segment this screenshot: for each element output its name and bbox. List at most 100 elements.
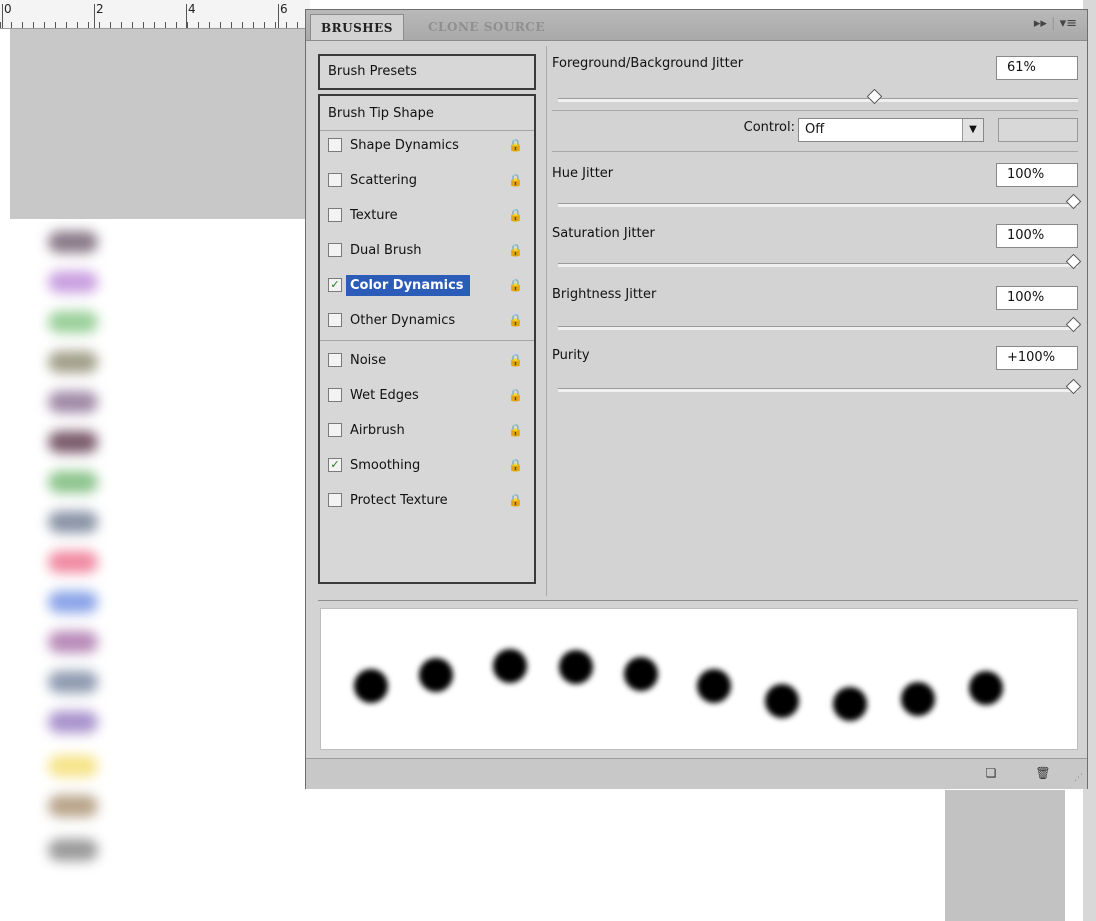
chevron-down-icon[interactable]: ▼: [962, 119, 983, 141]
brush-stroke: [48, 551, 98, 573]
brightness-jitter-slider[interactable]: [558, 316, 1082, 333]
panel-bottom-bar: ❏ 🗑 ⋰: [306, 758, 1087, 789]
stroke-dab: [765, 684, 799, 718]
divider: [552, 110, 1078, 111]
hue-jitter-input[interactable]: 100%: [996, 163, 1078, 187]
purity-label: Purity: [552, 348, 590, 363]
lock-icon[interactable]: 🔒: [508, 353, 523, 368]
lock-icon[interactable]: 🔒: [508, 243, 523, 258]
lock-icon[interactable]: 🔒: [508, 138, 523, 153]
list-item-protect-texture[interactable]: Protect Texture 🔒: [324, 487, 530, 515]
list-item-dual-brush[interactable]: Dual Brush 🔒: [324, 237, 530, 265]
hue-jitter-slider[interactable]: [558, 193, 1082, 210]
control-extra-field: [998, 118, 1078, 142]
divider: [552, 151, 1078, 152]
tab-brushes[interactable]: BRUSHES: [310, 14, 404, 40]
lock-icon[interactable]: 🔒: [508, 493, 523, 508]
ruler-tick: [94, 4, 95, 28]
resize-grip-icon[interactable]: ⋰: [1074, 773, 1083, 783]
control-value: Off: [805, 122, 825, 137]
purity-input[interactable]: +100%: [996, 346, 1078, 370]
new-brush-icon[interactable]: ❏: [982, 765, 1000, 781]
list-item-shape-dynamics[interactable]: Shape Dynamics 🔒: [324, 132, 530, 160]
checkbox[interactable]: [328, 173, 342, 187]
list-item-wet-edges[interactable]: Wet Edges 🔒: [324, 382, 530, 410]
stroke-dab: [559, 650, 593, 684]
list-divider: [320, 130, 534, 131]
checkbox[interactable]: [328, 138, 342, 152]
saturation-jitter-label: Saturation Jitter: [552, 226, 655, 241]
brush-tip-shape-item[interactable]: Brush Tip Shape: [328, 102, 434, 126]
hue-jitter-label: Hue Jitter: [552, 166, 614, 181]
slider-thumb[interactable]: [866, 88, 883, 105]
checkbox[interactable]: [328, 208, 342, 222]
list-item-color-dynamics[interactable]: ✓ Color Dynamics 🔒: [324, 272, 530, 300]
trash-icon[interactable]: 🗑: [1034, 765, 1052, 781]
brush-stroke: [48, 511, 98, 533]
brush-presets-button[interactable]: Brush Presets: [318, 54, 536, 90]
option-label: Dual Brush: [350, 243, 422, 258]
slider-thumb[interactable]: [1065, 253, 1082, 270]
brush-stroke: [48, 351, 98, 373]
slider-thumb[interactable]: [1065, 378, 1082, 395]
lock-icon[interactable]: 🔒: [508, 388, 523, 403]
purity-slider[interactable]: [558, 378, 1082, 395]
stroke-dab: [833, 687, 867, 721]
brush-stroke: [48, 591, 98, 613]
document-canvas[interactable]: [10, 219, 310, 921]
checkbox[interactable]: [328, 353, 342, 367]
brightness-jitter-input[interactable]: 100%: [996, 286, 1078, 310]
checkbox[interactable]: [328, 388, 342, 402]
brush-stroke: [48, 231, 98, 253]
saturation-jitter-input[interactable]: 100%: [996, 224, 1078, 248]
brush-stroke: [48, 311, 98, 333]
ruler-number: 4: [188, 2, 196, 16]
fg-bg-jitter-input[interactable]: 61%: [996, 56, 1078, 80]
checkbox[interactable]: [328, 313, 342, 327]
brush-stroke: [48, 391, 98, 413]
brush-stroke: [48, 471, 98, 493]
brushes-panel: BRUSHES CLONE SOURCE ▸▸ | ▾≡ Brush Prese…: [305, 9, 1088, 789]
lock-icon[interactable]: 🔒: [508, 458, 523, 473]
lock-icon[interactable]: 🔒: [508, 423, 523, 438]
panel-tab-icons: ▸▸ | ▾≡: [1033, 16, 1077, 31]
checkbox[interactable]: [328, 493, 342, 507]
fg-bg-jitter-slider[interactable]: [558, 88, 1078, 105]
brush-stroke: [48, 711, 98, 733]
list-item-texture[interactable]: Texture 🔒: [324, 202, 530, 230]
lock-icon[interactable]: 🔒: [508, 313, 523, 328]
list-item-other-dynamics[interactable]: Other Dynamics 🔒: [324, 307, 530, 335]
brush-stroke-preview: [320, 608, 1078, 750]
option-label: Noise: [350, 353, 387, 368]
panel-divider: [546, 46, 547, 596]
stroke-dab: [493, 649, 527, 683]
slider-thumb[interactable]: [1065, 316, 1082, 333]
checkbox-checked[interactable]: ✓: [328, 278, 342, 292]
option-label: Scattering: [350, 173, 418, 188]
checkbox[interactable]: [328, 243, 342, 257]
slider-thumb[interactable]: [1065, 193, 1082, 210]
brightness-jitter-label: Brightness Jitter: [552, 287, 657, 302]
list-item-noise[interactable]: Noise 🔒: [324, 347, 530, 375]
control-dropdown[interactable]: Off ▼: [798, 118, 984, 142]
lock-icon[interactable]: 🔒: [508, 173, 523, 188]
canvas-pasteboard: [10, 29, 310, 219]
option-label: Protect Texture: [350, 493, 448, 508]
checkbox-checked[interactable]: ✓: [328, 458, 342, 472]
checkbox[interactable]: [328, 423, 342, 437]
tab-clone-source[interactable]: CLONE SOURCE: [418, 14, 555, 40]
document-canvas[interactable]: [310, 790, 945, 921]
ruler-number: 2: [96, 2, 104, 16]
saturation-jitter-slider[interactable]: [558, 253, 1082, 270]
ruler-number: 6: [280, 2, 288, 16]
ruler-tick: [186, 4, 187, 28]
panel-menu-icon[interactable]: ▾≡: [1060, 16, 1077, 31]
list-item-airbrush[interactable]: Airbrush 🔒: [324, 417, 530, 445]
lock-icon[interactable]: 🔒: [508, 208, 523, 223]
list-item-scattering[interactable]: Scattering 🔒: [324, 167, 530, 195]
brush-stroke: [48, 839, 98, 861]
lock-icon[interactable]: 🔒: [508, 278, 523, 293]
list-item-smoothing[interactable]: ✓ Smoothing 🔒: [324, 452, 530, 480]
collapse-icon[interactable]: ▸▸: [1034, 16, 1047, 31]
canvas-pasteboard: [945, 790, 1065, 921]
